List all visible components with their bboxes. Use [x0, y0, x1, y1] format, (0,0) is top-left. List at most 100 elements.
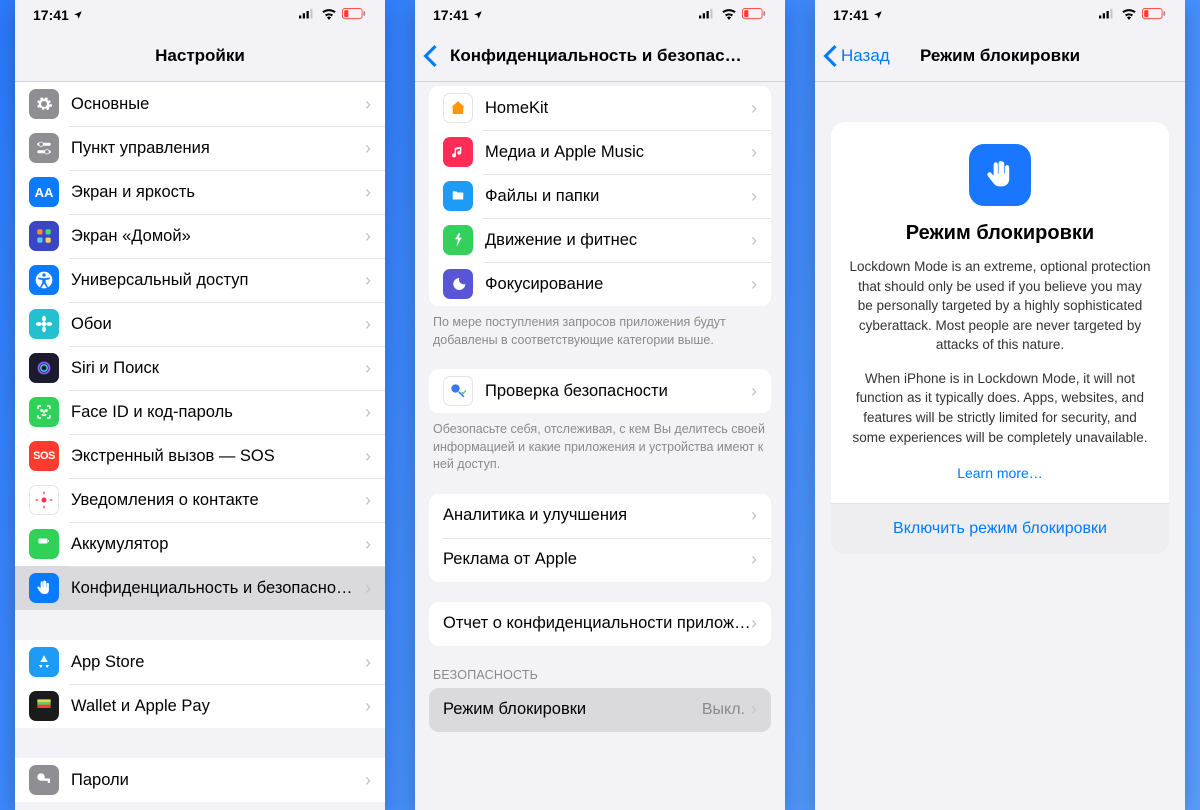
battery-icon [341, 8, 367, 23]
settings-row[interactable]: Фокусирование› [429, 262, 771, 306]
settings-row[interactable]: Siri и Поиск› [15, 346, 385, 390]
status-time: 17:41 [833, 7, 869, 23]
navbar: Назад Режим блокировки [815, 30, 1185, 82]
grid-icon [29, 221, 59, 251]
row-label: Отчет о конфиденциальности приложений [443, 614, 751, 633]
settings-row[interactable]: Wallet и Apple Pay› [15, 684, 385, 728]
chevron-right-icon: › [751, 549, 757, 570]
settings-row[interactable]: Режим блокировкиВыкл.› [429, 688, 771, 732]
hand-icon [969, 144, 1031, 206]
back-button[interactable] [423, 30, 441, 81]
chevron-right-icon: › [365, 182, 371, 203]
enable-lockdown-button[interactable]: Включить режим блокировки [831, 503, 1169, 554]
settings-row[interactable]: Проверка безопасности› [429, 369, 771, 413]
row-label: Экстренный вызов — SOS [71, 447, 365, 466]
row-label: App Store [71, 653, 365, 672]
row-label: Экран и яркость [71, 183, 365, 202]
row-label: Движение и фитнес [485, 231, 751, 250]
status-right [299, 8, 367, 23]
signal-icon [699, 8, 717, 23]
privacy-group-3: Аналитика и улучшения›Реклама от Apple› [429, 494, 771, 582]
content[interactable]: HomeKit›Медиа и Apple Music›Файлы и папк… [415, 82, 785, 810]
settings-row[interactable]: App Store› [15, 640, 385, 684]
settings-row[interactable]: Конфиденциальность и безопасно…› [15, 566, 385, 610]
switches-icon [29, 133, 59, 163]
location-icon [73, 7, 83, 23]
wifi-icon [721, 8, 737, 23]
row-label: Wallet и Apple Pay [71, 697, 365, 716]
chevron-right-icon: › [365, 446, 371, 467]
settings-row[interactable]: Универсальный доступ› [15, 258, 385, 302]
settings-row[interactable]: Аналитика и улучшения› [429, 494, 771, 538]
row-label: Режим блокировки [443, 700, 702, 719]
status-bar: 17:41 [815, 0, 1185, 30]
signal-icon [1099, 8, 1117, 23]
content[interactable]: Режим блокировки Lockdown Mode is an ext… [815, 82, 1185, 810]
settings-group-2: App Store›Wallet и Apple Pay› [15, 640, 385, 728]
settings-row[interactable]: AAЭкран и яркость› [15, 170, 385, 214]
chevron-right-icon: › [751, 381, 757, 402]
navbar: Настройки [15, 30, 385, 82]
card-title: Режим блокировки [849, 222, 1151, 245]
home-icon [443, 93, 473, 123]
chevron-right-icon: › [365, 770, 371, 791]
row-label: Медиа и Apple Music [485, 143, 751, 162]
folder-icon [443, 181, 473, 211]
settings-row[interactable]: Уведомления о контакте› [15, 478, 385, 522]
fitness-icon [443, 225, 473, 255]
group1-footer: По мере поступления запросов приложения … [415, 306, 785, 349]
privacy-group-2: Проверка безопасности› [429, 369, 771, 413]
chevron-right-icon: › [365, 578, 371, 599]
settings-row[interactable]: Основные› [15, 82, 385, 126]
settings-row[interactable]: SOSЭкстренный вызов — SOS› [15, 434, 385, 478]
settings-row[interactable]: Файлы и папки› [429, 174, 771, 218]
row-label: Реклама от Apple [443, 550, 751, 569]
row-label: Уведомления о контакте [71, 491, 365, 510]
siri-icon [29, 353, 59, 383]
settings-group-3: Пароли› [15, 758, 385, 802]
status-bar: 17:41 [415, 0, 785, 30]
chevron-right-icon: › [365, 358, 371, 379]
hand-icon [29, 573, 59, 603]
row-label: Экран «Домой» [71, 227, 365, 246]
settings-row[interactable]: Пароли› [15, 758, 385, 802]
learn-more-link[interactable]: Learn more… [849, 461, 1151, 483]
settings-row[interactable]: HomeKit› [429, 86, 771, 130]
chevron-right-icon: › [751, 699, 757, 720]
settings-row[interactable]: Медиа и Apple Music› [429, 130, 771, 174]
key-icon [29, 765, 59, 795]
back-button[interactable]: Назад [823, 30, 890, 81]
security-section-header: БЕЗОПАСНОСТЬ [415, 646, 785, 688]
settings-row[interactable]: Пункт управления› [15, 126, 385, 170]
settings-row[interactable]: Экран «Домой»› [15, 214, 385, 258]
settings-row[interactable]: Реклама от Apple› [429, 538, 771, 582]
row-label: Siri и Поиск [71, 359, 365, 378]
row-label: Универсальный доступ [71, 271, 365, 290]
settings-root-screen: 17:41 Настройки Основные›Пункт управлени… [15, 0, 385, 810]
group2-footer: Обезопасьте себя, отслеживая, с кем Вы д… [415, 413, 785, 474]
moon-icon [443, 269, 473, 299]
chevron-right-icon: › [365, 696, 371, 717]
row-label: Фокусирование [485, 275, 751, 294]
chevron-right-icon: › [365, 652, 371, 673]
content[interactable]: Основные›Пункт управления›AAЭкран и ярко… [15, 82, 385, 810]
location-icon [873, 7, 883, 23]
wallet-icon [29, 691, 59, 721]
settings-row[interactable]: Face ID и код-пароль› [15, 390, 385, 434]
battery-icon [29, 529, 59, 559]
settings-row[interactable]: Отчет о конфиденциальности приложений› [429, 602, 771, 646]
status-time: 17:41 [33, 7, 69, 23]
settings-row[interactable]: Обои› [15, 302, 385, 346]
chevron-right-icon: › [751, 98, 757, 119]
wifi-icon [1121, 8, 1137, 23]
settings-row[interactable]: Аккумулятор› [15, 522, 385, 566]
battery-icon [741, 8, 767, 23]
settings-row[interactable]: Движение и фитнес› [429, 218, 771, 262]
row-label: HomeKit [485, 99, 751, 118]
row-label: Проверка безопасности [485, 382, 751, 401]
chevron-right-icon: › [365, 490, 371, 511]
row-label: Конфиденциальность и безопасно… [71, 579, 365, 598]
privacy-screen: 17:41 Конфиденциальность и безопасно… Ho… [415, 0, 785, 810]
battery-icon [1141, 8, 1167, 23]
gear-icon [29, 89, 59, 119]
